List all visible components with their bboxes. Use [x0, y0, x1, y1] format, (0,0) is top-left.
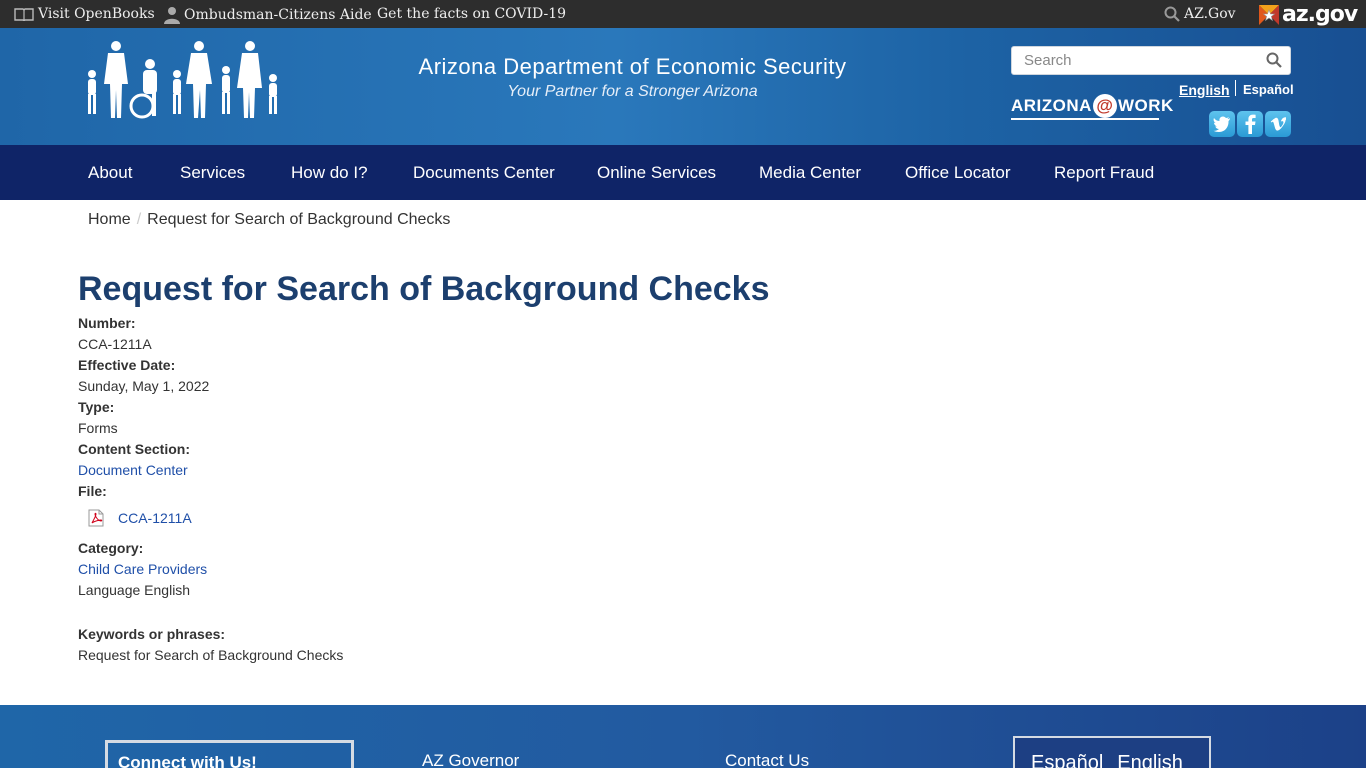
footer-contact-us-link[interactable]: Contact Us: [725, 751, 809, 768]
ombudsman-label: Ombudsman-Citizens Aide: [184, 7, 372, 23]
page-title: Request for Search of Background Checks: [78, 270, 770, 308]
azwork-at-symbol: @: [1092, 94, 1117, 118]
azgov-logo[interactable]: az.gov: [1258, 2, 1358, 27]
twitter-icon[interactable]: [1209, 111, 1235, 137]
search-icon[interactable]: [1266, 52, 1282, 68]
azgov-search-link[interactable]: AZ.Gov: [1164, 6, 1236, 22]
footer-language-switcher: Español English: [1013, 736, 1211, 768]
keywords-label: Keywords or phrases:: [78, 626, 226, 642]
azgov-logo-text: az.gov: [1282, 2, 1358, 27]
lang-divider: [1235, 80, 1236, 96]
agency-title[interactable]: Arizona Department of Economic Security: [400, 54, 865, 80]
facebook-icon[interactable]: [1237, 111, 1263, 137]
book-icon: [14, 8, 34, 21]
connect-with-us-box: Connect with Us!: [105, 740, 354, 768]
lang-english-link[interactable]: English: [1179, 82, 1230, 98]
top-utility-bar: Visit OpenBooks Ombudsman-Citizens Aide …: [0, 0, 1366, 28]
language-line: Language English: [78, 582, 191, 598]
nav-office-locator[interactable]: Office Locator: [905, 163, 1011, 183]
vimeo-icon[interactable]: [1265, 111, 1291, 137]
nav-about[interactable]: About: [88, 163, 132, 183]
arizona-flag-icon: [1259, 4, 1279, 25]
agency-tagline: Your Partner for a Stronger Arizona: [507, 83, 758, 100]
content-section-link[interactable]: Document Center: [78, 462, 188, 478]
azwork-right-text: WORK: [1117, 96, 1174, 115]
nav-media-center[interactable]: Media Center: [759, 163, 861, 183]
family-silhouette-logo[interactable]: [80, 40, 285, 120]
azwork-left-text: ARIZONA: [1011, 96, 1092, 115]
nav-online-services[interactable]: Online Services: [597, 163, 716, 183]
breadcrumb-home[interactable]: Home: [88, 211, 131, 229]
footer-lang-espanol[interactable]: Español: [1031, 752, 1103, 768]
search-input[interactable]: [1012, 47, 1252, 74]
footer-lang-english[interactable]: English: [1117, 752, 1183, 768]
openbooks-label: Visit OpenBooks: [38, 6, 155, 22]
nav-report-fraud[interactable]: Report Fraud: [1054, 163, 1154, 183]
ombudsman-link[interactable]: Ombudsman-Citizens Aide: [164, 6, 372, 24]
openbooks-link[interactable]: Visit OpenBooks: [14, 6, 155, 22]
footer-az-governor-link[interactable]: AZ Governor: [422, 751, 519, 768]
file-label: File:: [78, 483, 107, 499]
file-row: CCA-1211A: [88, 509, 192, 527]
effective-date-value: Sunday, May 1, 2022: [78, 378, 210, 394]
keywords-value: Request for Search of Background Checks: [78, 647, 344, 663]
breadcrumb-current: Request for Search of Background Checks: [147, 211, 451, 228]
category-link[interactable]: Child Care Providers: [78, 561, 207, 577]
search-icon: [1164, 6, 1180, 22]
person-icon: [164, 7, 180, 24]
covid-facts-link[interactable]: Get the facts on COVID-19: [377, 6, 566, 22]
site-footer: Connect with Us! AZ Governor Contact Us …: [0, 705, 1366, 768]
type-label: Type:: [78, 399, 115, 415]
file-download-link[interactable]: CCA-1211A: [118, 510, 192, 526]
lang-espanol-link[interactable]: Español: [1243, 82, 1294, 97]
connect-heading: Connect with Us!: [118, 753, 257, 768]
nav-how-do-i[interactable]: How do I?: [291, 163, 368, 183]
number-value: CCA-1211A: [78, 336, 152, 352]
covid-label: Get the facts on COVID-19: [377, 6, 567, 22]
site-search: [1011, 46, 1291, 75]
number-label: Number:: [78, 315, 136, 331]
pdf-file-icon: [88, 509, 104, 527]
effective-date-label: Effective Date:: [78, 357, 176, 373]
nav-services[interactable]: Services: [180, 163, 245, 183]
main-navigation: About Services How do I? Documents Cente…: [0, 145, 1366, 200]
breadcrumb-separator: /: [136, 211, 142, 228]
nav-documents-center[interactable]: Documents Center: [413, 163, 555, 183]
arizona-at-work-logo[interactable]: ARIZONA @ WORK: [1011, 94, 1174, 120]
type-value: Forms: [78, 420, 118, 436]
breadcrumb: Home / Request for Search of Background …: [88, 211, 450, 229]
content-section-label: Content Section:: [78, 441, 190, 457]
category-label: Category:: [78, 540, 144, 556]
azwork-underline: [1011, 118, 1159, 120]
azgov-search-label: AZ.Gov: [1184, 6, 1236, 22]
site-header: Arizona Department of Economic Security …: [0, 28, 1366, 145]
